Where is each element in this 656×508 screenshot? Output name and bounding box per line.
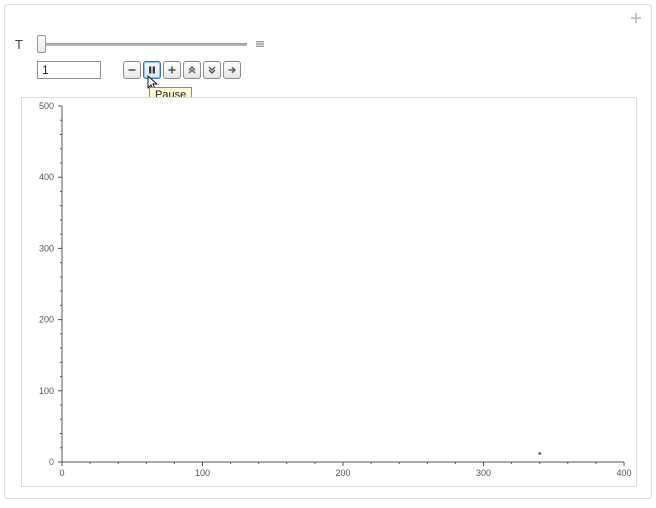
svg-text:500: 500 (39, 101, 54, 111)
slider-thumb[interactable] (37, 35, 46, 53)
svg-text:200: 200 (335, 468, 350, 478)
app-panel: T (4, 4, 652, 499)
svg-text:400: 400 (39, 172, 54, 182)
value-input[interactable] (37, 61, 101, 79)
chart: 0 100 200 300 400 500 0 100 200 300 400 (21, 97, 637, 487)
svg-text:0: 0 (49, 457, 54, 467)
slider-menu-icon[interactable] (255, 39, 265, 49)
plus-button[interactable] (163, 61, 181, 79)
add-icon[interactable] (629, 11, 643, 25)
button-group: Pause (123, 61, 241, 79)
controls: T (15, 35, 641, 79)
svg-text:200: 200 (39, 315, 54, 325)
svg-text:0: 0 (59, 468, 64, 478)
svg-text:100: 100 (195, 468, 210, 478)
up-button[interactable] (183, 61, 201, 79)
slider[interactable] (37, 35, 247, 53)
down-button[interactable] (203, 61, 221, 79)
plot-area: 01002003004005000100200300400 (62, 104, 626, 462)
svg-text:300: 300 (476, 468, 491, 478)
slider-label: T (15, 37, 29, 52)
pause-button[interactable] (143, 61, 161, 79)
svg-text:100: 100 (39, 386, 54, 396)
svg-text:400: 400 (616, 468, 631, 478)
forward-button[interactable] (223, 61, 241, 79)
minus-button[interactable] (123, 61, 141, 79)
svg-text:300: 300 (39, 243, 54, 253)
